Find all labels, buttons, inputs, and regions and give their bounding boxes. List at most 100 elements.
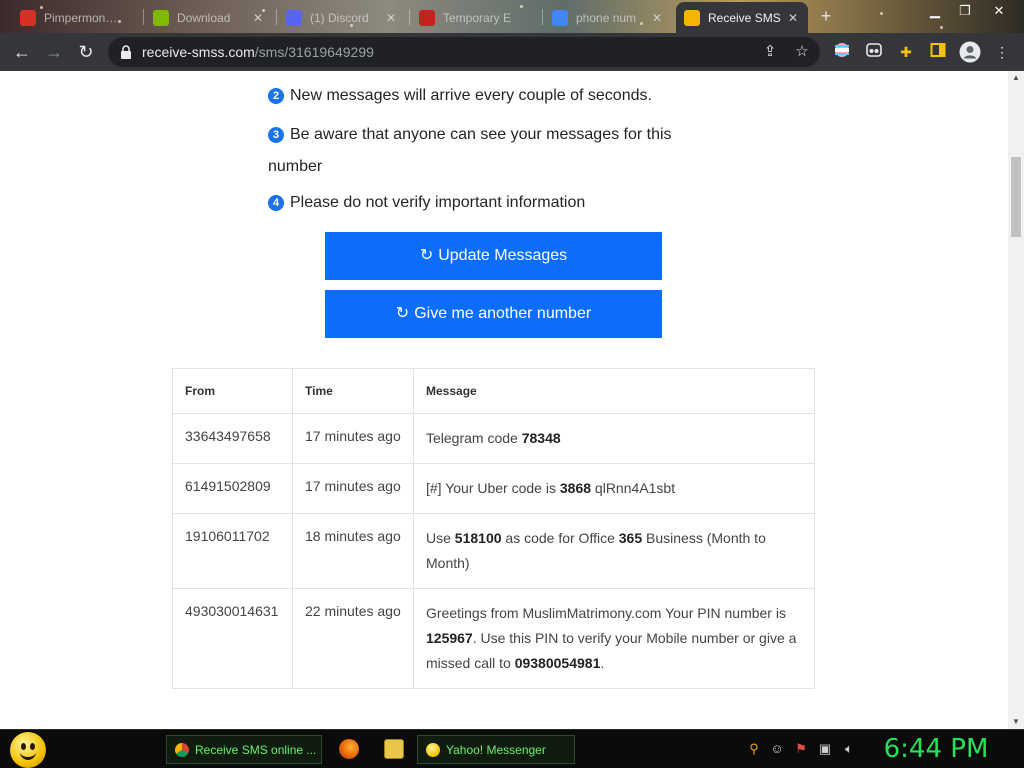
smiley-eye	[21, 743, 26, 750]
page-viewport: 2 New messages will arrive every couple o…	[0, 71, 1008, 729]
messenger-tray-icon[interactable]: ☺	[768, 740, 786, 758]
message-text: . Use this PIN to verify your Mobile num…	[426, 630, 797, 671]
info-note: 3 Be aware that anyone can see your messa…	[268, 119, 688, 183]
messages-table-body: 33643497658 17 minutes ago Telegram code 7…	[172, 413, 815, 689]
profile-avatar-icon[interactable]	[958, 41, 982, 63]
tab-label: Pimpermon…	[44, 10, 118, 25]
url-host: receive-smss.com	[142, 44, 255, 60]
discord-icon	[286, 9, 302, 26]
volume-icon[interactable]: 🔈︎	[840, 740, 858, 758]
smiley-eye	[30, 743, 35, 750]
message-text: .	[600, 655, 605, 671]
vertical-scrollbar[interactable]: ▲ ▼	[1008, 71, 1024, 729]
note-text: Be aware that anyone can see your messag…	[268, 126, 672, 175]
tab-label: Receive SMS	[708, 10, 781, 25]
message-text: Greetings from MuslimMatrimony.com Your …	[426, 605, 786, 621]
message-text: as code for Office	[501, 530, 619, 546]
taskbar: Receive SMS online ... Yahoo! Messenger …	[0, 729, 1024, 768]
message-cell: [#] Your Uber code is 3868 qlRnn4A1sbt	[413, 463, 815, 514]
table-row: 61491502809 17 minutes ago [#] Your Uber c…	[172, 463, 815, 514]
search-icon[interactable]: ⚲	[745, 740, 763, 758]
tab-divider	[276, 9, 277, 25]
tab-discord[interactable]: (1) Discord ✕	[278, 2, 406, 33]
taskbar-item-yahoo-messenger[interactable]: Yahoo! Messenger	[417, 735, 575, 764]
table-row: 19106011702 18 minutes ago Use 518100 as c…	[172, 513, 815, 589]
url-text: receive-smss.com/sms/31619649299	[142, 44, 374, 60]
time-cell: 22 minutes ago	[292, 588, 414, 689]
message-cell: Greetings from MuslimMatrimony.com Your …	[413, 588, 815, 689]
taskbar-item-chrome[interactable]: Receive SMS online ...	[166, 735, 322, 764]
tab-gmail[interactable]: Pimpermon…	[12, 2, 140, 33]
back-icon[interactable]: ←	[10, 40, 34, 64]
firefox-icon[interactable]	[339, 739, 359, 759]
puzzle-extensions-icon[interactable]: ✚	[896, 42, 916, 62]
share-icon[interactable]: ⇪	[760, 42, 780, 62]
folder-icon[interactable]	[384, 739, 404, 759]
message-code: 125967	[426, 630, 473, 646]
sender-number-cell: 493030014631	[172, 588, 293, 689]
another-number-button[interactable]: ↻ Give me another number	[325, 290, 662, 338]
step-number-badge: 4	[268, 195, 284, 211]
scroll-up-arrow-icon[interactable]: ▲	[1008, 71, 1024, 85]
mail-icon	[419, 9, 435, 26]
tab-label: phone num	[576, 10, 637, 25]
close-icon[interactable]: ✕	[251, 11, 265, 25]
restore-icon[interactable]: ❐	[950, 2, 980, 22]
start-smiley-icon[interactable]	[10, 732, 46, 768]
tab-label: Temporary E	[443, 10, 512, 25]
scrollbar-thumb[interactable]	[1011, 157, 1021, 237]
info-note: 2 New messages will arrive every couple o…	[268, 80, 688, 112]
task-label: Yahoo! Messenger	[446, 742, 546, 757]
forward-icon[interactable]: →	[42, 40, 66, 64]
step-number-badge: 2	[268, 88, 284, 104]
table-row: 33643497658 17 minutes ago Telegram code 7…	[172, 413, 815, 464]
browser-menu-icon[interactable]: ⋮	[992, 42, 1012, 62]
close-icon[interactable]: ✕	[650, 11, 664, 25]
bookmark-star-icon[interactable]: ☆	[792, 42, 812, 62]
message-code: 365	[618, 530, 643, 546]
tab-label: Download	[177, 10, 231, 25]
refresh-icon: ↻	[419, 247, 434, 264]
microsoft-icon	[153, 9, 169, 26]
flag-tray-icon[interactable]: ⚑	[792, 740, 810, 758]
message-text: Telegram code	[426, 430, 522, 446]
tab-divider	[409, 9, 410, 25]
side-panel-icon[interactable]	[928, 42, 948, 62]
messages-table: From Time Message 33643497658 17 minutes …	[172, 368, 815, 689]
time-cell: 17 minutes ago	[292, 463, 414, 514]
minimize-icon[interactable]: ▁	[920, 2, 950, 22]
chrome-icon	[175, 742, 189, 757]
close-icon[interactable]: ✕	[786, 11, 800, 25]
reload-icon[interactable]: ↻	[74, 40, 98, 64]
tab-phone-search[interactable]: phone num ✕	[544, 2, 672, 33]
lock-icon	[121, 45, 131, 59]
refresh-icon: ↻	[395, 305, 410, 322]
update-messages-button[interactable]: ↻ Update Messages	[325, 232, 662, 280]
sender-number-cell: 33643497658	[172, 413, 293, 464]
browser-toolbar: ← → ↻ receive-smss.com/sms/31619649299 ⇪…	[0, 33, 1024, 71]
time-cell: 18 minutes ago	[292, 513, 414, 589]
tab-label: (1) Discord	[310, 10, 369, 25]
scroll-down-arrow-icon[interactable]: ▼	[1008, 715, 1024, 729]
tab-download[interactable]: Download ✕	[145, 2, 273, 33]
tab-receive-sms[interactable]: Receive SMS ✕	[676, 2, 808, 33]
new-tab-button[interactable]: +	[816, 6, 836, 27]
smiley-mouth	[20, 752, 36, 760]
tab-divider	[143, 9, 144, 25]
wallpaper-speck	[880, 12, 883, 15]
step-number-badge: 3	[268, 127, 284, 143]
flag-extension-icon[interactable]	[832, 42, 852, 62]
column-header-from: From	[172, 368, 293, 414]
task-label: Receive SMS online ...	[195, 742, 317, 757]
glasses-extension-icon[interactable]	[864, 42, 884, 62]
message-text: Use	[426, 530, 455, 546]
close-icon[interactable]: ✕	[384, 11, 398, 25]
button-label: Update Messages	[438, 247, 568, 264]
message-text: qlRnn4A1sbt	[591, 480, 676, 496]
message-code: 78348	[521, 430, 561, 446]
address-bar[interactable]: receive-smss.com/sms/31619649299 ⇪ ☆	[108, 37, 820, 67]
tab-temporary-email[interactable]: Temporary E	[411, 2, 539, 33]
message-cell: Telegram code 78348	[413, 413, 815, 464]
close-window-icon[interactable]: ✕	[984, 2, 1014, 22]
network-icon[interactable]: ▣	[816, 740, 834, 758]
